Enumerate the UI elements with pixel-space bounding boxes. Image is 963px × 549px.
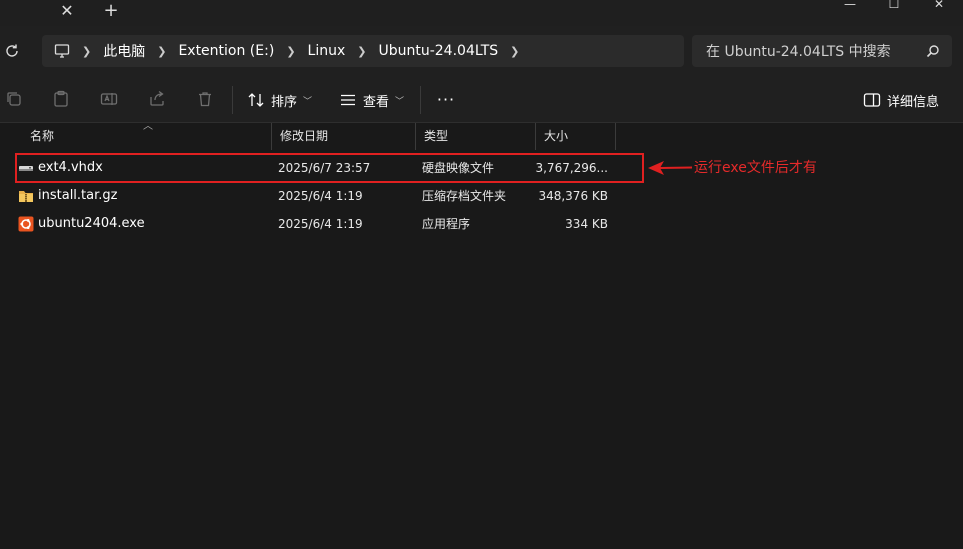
- details-pane-label: 详细信息: [887, 94, 940, 110]
- column-header-name[interactable]: 名称: [22, 123, 272, 150]
- toolbar-divider: [420, 86, 421, 114]
- title-bar: ✕ + — ☐ ✕: [0, 0, 963, 26]
- file-row-ubuntu-exe[interactable]: ubuntu2404.exe 2025/6/4 1:19 应用程序 334 KB: [14, 210, 644, 238]
- breadcrumb-item-drive-e[interactable]: Extention (E:): [178, 43, 274, 59]
- toolbar-divider: [232, 86, 233, 114]
- more-options-icon[interactable]: ···: [436, 88, 456, 112]
- view-label: 查看: [363, 94, 390, 110]
- chevron-right-icon: ❯: [157, 44, 167, 58]
- minimize-icon[interactable]: —: [836, 0, 864, 14]
- sort-label: 排序: [271, 94, 298, 110]
- chevron-down-icon: ﹀: [395, 96, 405, 107]
- delete-icon[interactable]: [196, 90, 214, 108]
- view-button[interactable]: 查看 ﹀: [339, 88, 404, 112]
- file-size: 348,376 KB: [538, 189, 608, 203]
- breadcrumb-item-ubuntu[interactable]: Ubuntu-24.04LTS: [378, 43, 498, 59]
- paste-icon[interactable]: [52, 90, 70, 108]
- file-name: install.tar.gz: [38, 188, 118, 203]
- details-pane-icon: [863, 93, 881, 107]
- breadcrumb-item-linux[interactable]: Linux: [308, 43, 346, 59]
- maximize-icon[interactable]: ☐: [880, 0, 908, 14]
- view-icon: [341, 94, 355, 106]
- annotation-arrow-icon: [648, 161, 692, 175]
- file-type: 应用程序: [422, 217, 471, 231]
- ubuntu-app-icon: [18, 216, 34, 232]
- share-icon[interactable]: [148, 90, 166, 108]
- breadcrumb[interactable]: ❯ 此电脑 ❯ Extention (E:) ❯ Linux ❯ Ubuntu-…: [42, 35, 684, 67]
- copy-icon[interactable]: [5, 90, 23, 108]
- new-tab-icon[interactable]: +: [101, 1, 121, 21]
- column-header-row: ︿ 名称 修改日期 类型 大小: [0, 121, 963, 150]
- chevron-down-icon: ﹀: [303, 96, 313, 107]
- search-icon[interactable]: [926, 44, 940, 58]
- chevron-right-icon: ❯: [82, 44, 92, 58]
- chevron-right-icon: ❯: [286, 44, 296, 58]
- chevron-right-icon[interactable]: ❯: [510, 45, 519, 58]
- details-pane-button[interactable]: 详细信息: [863, 88, 939, 112]
- annotation-highlight-box: [15, 153, 644, 183]
- search-box[interactable]: 在 Ubuntu-24.04LTS 中搜索: [692, 35, 952, 67]
- file-type: 压缩存档文件夹: [422, 189, 507, 203]
- chevron-right-icon: ❯: [357, 44, 367, 58]
- file-row-install[interactable]: install.tar.gz 2025/6/4 1:19 压缩存档文件夹 348…: [14, 182, 644, 210]
- file-size: 334 KB: [565, 217, 608, 231]
- zip-folder-icon: [19, 191, 33, 202]
- file-date: 2025/6/4 1:19: [278, 189, 363, 203]
- column-header-size[interactable]: 大小: [536, 123, 616, 150]
- breadcrumb-item-this-pc[interactable]: 此电脑: [103, 41, 145, 61]
- search-input[interactable]: 在 Ubuntu-24.04LTS 中搜索: [706, 41, 891, 61]
- close-window-icon[interactable]: ✕: [925, 0, 953, 14]
- column-header-type[interactable]: 类型: [416, 123, 536, 150]
- address-bar-area: ❯ 此电脑 ❯ Extention (E:) ❯ Linux ❯ Ubuntu-…: [0, 26, 963, 78]
- sort-button[interactable]: 排序 ﹀: [247, 88, 312, 112]
- sort-icon: [248, 93, 264, 107]
- annotation-text: 运行exe文件后才有: [694, 160, 817, 176]
- refresh-icon[interactable]: [4, 43, 20, 59]
- this-pc-icon[interactable]: [54, 43, 70, 59]
- rename-icon[interactable]: [100, 90, 118, 108]
- file-date: 2025/6/4 1:19: [278, 217, 363, 231]
- file-name: ubuntu2404.exe: [38, 216, 145, 231]
- close-tab-icon[interactable]: ✕: [58, 1, 76, 21]
- column-header-date[interactable]: 修改日期: [272, 123, 416, 150]
